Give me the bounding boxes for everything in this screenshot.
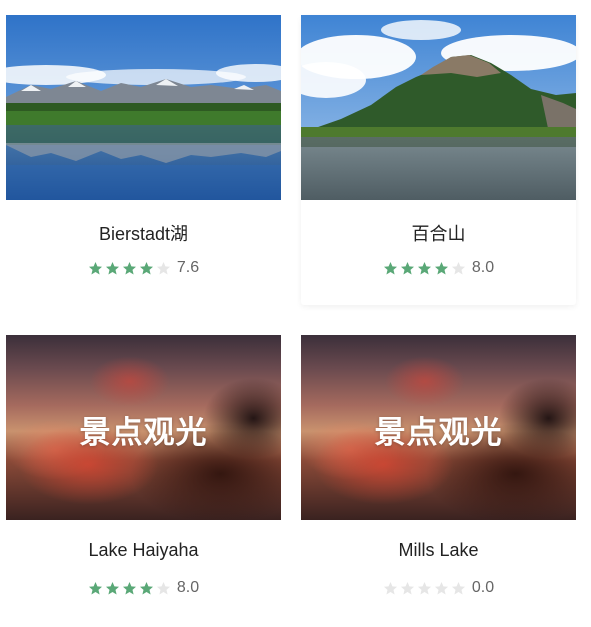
rating-score: 0.0 xyxy=(471,579,495,596)
star-filled-icon xyxy=(417,261,432,276)
star-filled-icon xyxy=(88,581,103,596)
blurred-placeholder: 景点观光 xyxy=(6,335,281,520)
star-empty-icon xyxy=(156,581,171,596)
placeholder-image[interactable]: 景点观光 xyxy=(6,335,281,520)
star-empty-icon xyxy=(383,581,398,596)
attraction-title[interactable]: Lake Haiyaha xyxy=(6,540,281,561)
lake-mountain-photo[interactable] xyxy=(6,15,281,200)
star-rating xyxy=(88,261,173,276)
placeholder-text: 景点观光 xyxy=(79,415,208,451)
attraction-card[interactable]: 景点观光 Mills Lake 0.0 xyxy=(301,335,576,625)
star-rating xyxy=(383,261,468,276)
star-rating xyxy=(88,581,173,596)
attraction-title[interactable]: Bierstadt湖 xyxy=(6,220,281,246)
attraction-title[interactable]: 百合山 xyxy=(301,220,576,246)
rating-score: 8.0 xyxy=(471,259,495,276)
placeholder-text: 景点观光 xyxy=(374,415,503,451)
star-filled-icon xyxy=(434,261,449,276)
rating: 0.0 xyxy=(301,579,576,597)
star-rating xyxy=(383,581,468,596)
star-empty-icon xyxy=(451,261,466,276)
rating: 8.0 xyxy=(6,579,281,597)
star-filled-icon xyxy=(122,261,137,276)
attraction-card[interactable]: Bierstadt湖 7.6 xyxy=(6,15,281,305)
attraction-card[interactable]: 百合山 8.0 xyxy=(301,15,576,305)
blurred-placeholder: 景点观光 xyxy=(301,335,576,520)
star-filled-icon xyxy=(139,581,154,596)
rating: 7.6 xyxy=(6,259,281,277)
star-filled-icon xyxy=(88,261,103,276)
star-empty-icon xyxy=(417,581,432,596)
attraction-title[interactable]: Mills Lake xyxy=(301,540,576,561)
star-empty-icon xyxy=(400,581,415,596)
star-filled-icon xyxy=(139,261,154,276)
star-filled-icon xyxy=(400,261,415,276)
attraction-card[interactable]: 景点观光 Lake Haiyaha 8.0 xyxy=(6,335,281,625)
star-filled-icon xyxy=(122,581,137,596)
star-empty-icon xyxy=(156,261,171,276)
rating: 8.0 xyxy=(301,259,576,277)
star-filled-icon xyxy=(105,261,120,276)
star-filled-icon xyxy=(383,261,398,276)
star-empty-icon xyxy=(451,581,466,596)
rating-score: 8.0 xyxy=(176,579,200,596)
rating-score: 7.6 xyxy=(176,259,200,276)
placeholder-image[interactable]: 景点观光 xyxy=(301,335,576,520)
mountain-lake-photo[interactable] xyxy=(301,15,576,200)
star-filled-icon xyxy=(105,581,120,596)
star-empty-icon xyxy=(434,581,449,596)
